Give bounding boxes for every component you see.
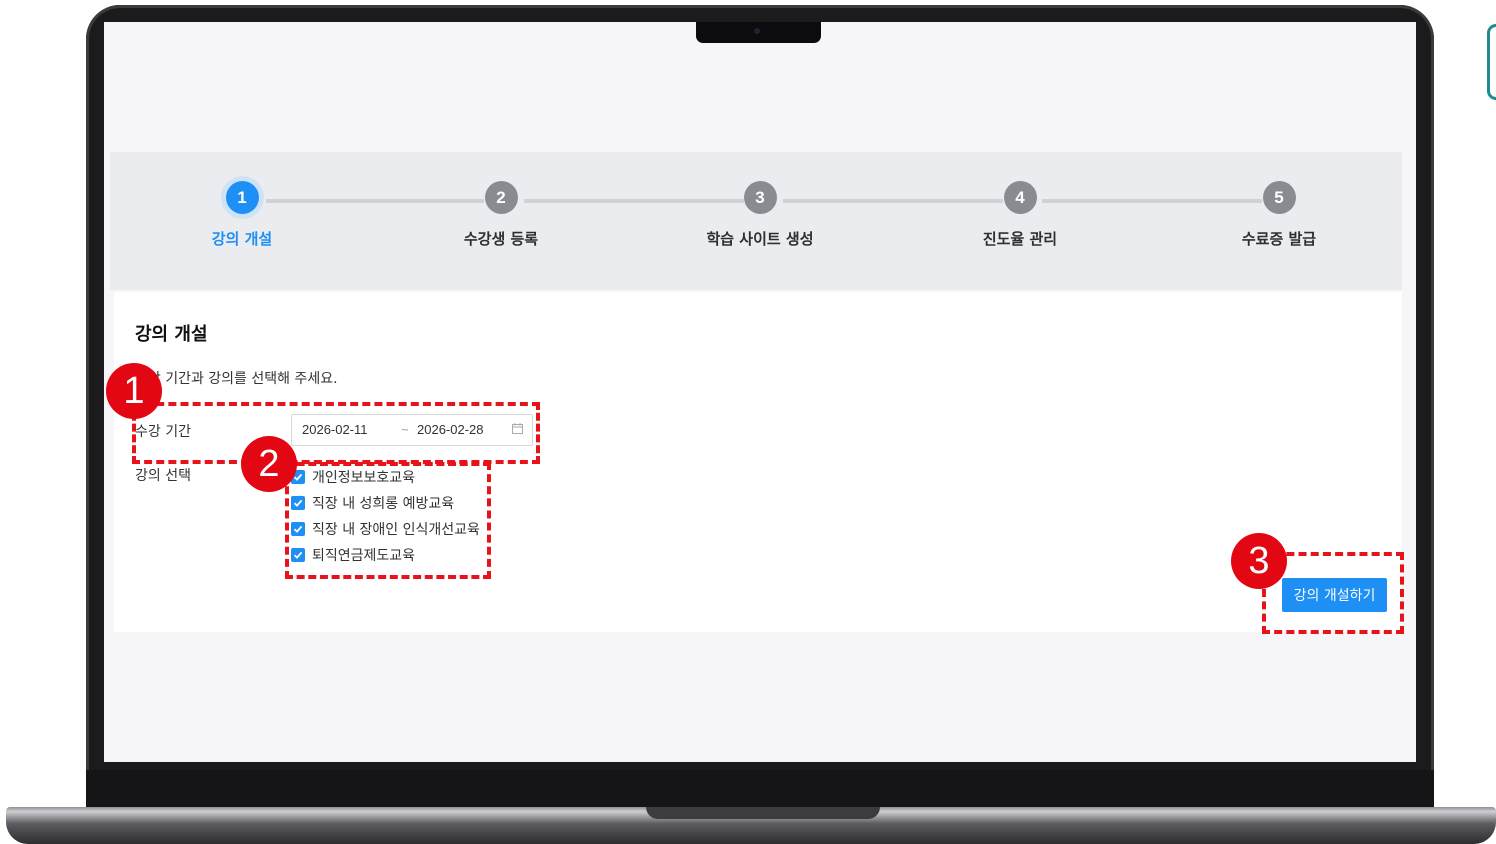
course-select-label: 강의 선택 bbox=[135, 468, 191, 484]
laptop-base bbox=[6, 807, 1496, 844]
annotation-box-date bbox=[132, 402, 540, 464]
step-number-badge: 4 bbox=[1003, 181, 1037, 214]
step-number-badge: 5 bbox=[1262, 181, 1296, 214]
annotation-badge-3: 3 bbox=[1231, 533, 1287, 589]
screen: 1 강의 개설 2 수강생 등록 3 학습 사이트 생성 4 진도율 관리 5 … bbox=[104, 22, 1416, 762]
step-number-badge: 2 bbox=[484, 181, 518, 214]
step-number-badge: 3 bbox=[743, 181, 777, 214]
step-label: 학습 사이트 생성 bbox=[706, 230, 814, 248]
camera-notch bbox=[696, 22, 821, 43]
annotation-badge-1: 1 bbox=[106, 363, 162, 419]
step-1[interactable]: 1 강의 개설 bbox=[162, 152, 322, 249]
camera-icon bbox=[754, 28, 760, 34]
step-5[interactable]: 5 수료증 발급 bbox=[1199, 152, 1359, 249]
step-3[interactable]: 3 학습 사이트 생성 bbox=[680, 152, 840, 249]
step-label: 수강생 등록 bbox=[463, 230, 539, 248]
step-number-badge: 1 bbox=[225, 181, 259, 214]
laptop-bezel-bottom bbox=[86, 770, 1434, 808]
step-4[interactable]: 4 진도율 관리 bbox=[940, 152, 1100, 249]
annotation-badge-2: 2 bbox=[241, 436, 297, 492]
step-label: 진도율 관리 bbox=[982, 230, 1058, 248]
progress-stepper: 1 강의 개설 2 수강생 등록 3 학습 사이트 생성 4 진도율 관리 5 … bbox=[110, 152, 1402, 290]
step-label: 강의 개설 bbox=[211, 230, 273, 248]
page-title: 강의 개설 bbox=[135, 324, 208, 345]
step-2[interactable]: 2 수강생 등록 bbox=[421, 152, 581, 249]
annotation-box-courses bbox=[285, 462, 491, 579]
side-tab-decoration bbox=[1487, 24, 1496, 100]
step-label: 수료증 발급 bbox=[1241, 230, 1317, 248]
laptop-base-recess bbox=[646, 807, 880, 819]
form-description: 수강 기간과 강의를 선택해 주세요. bbox=[135, 371, 338, 387]
